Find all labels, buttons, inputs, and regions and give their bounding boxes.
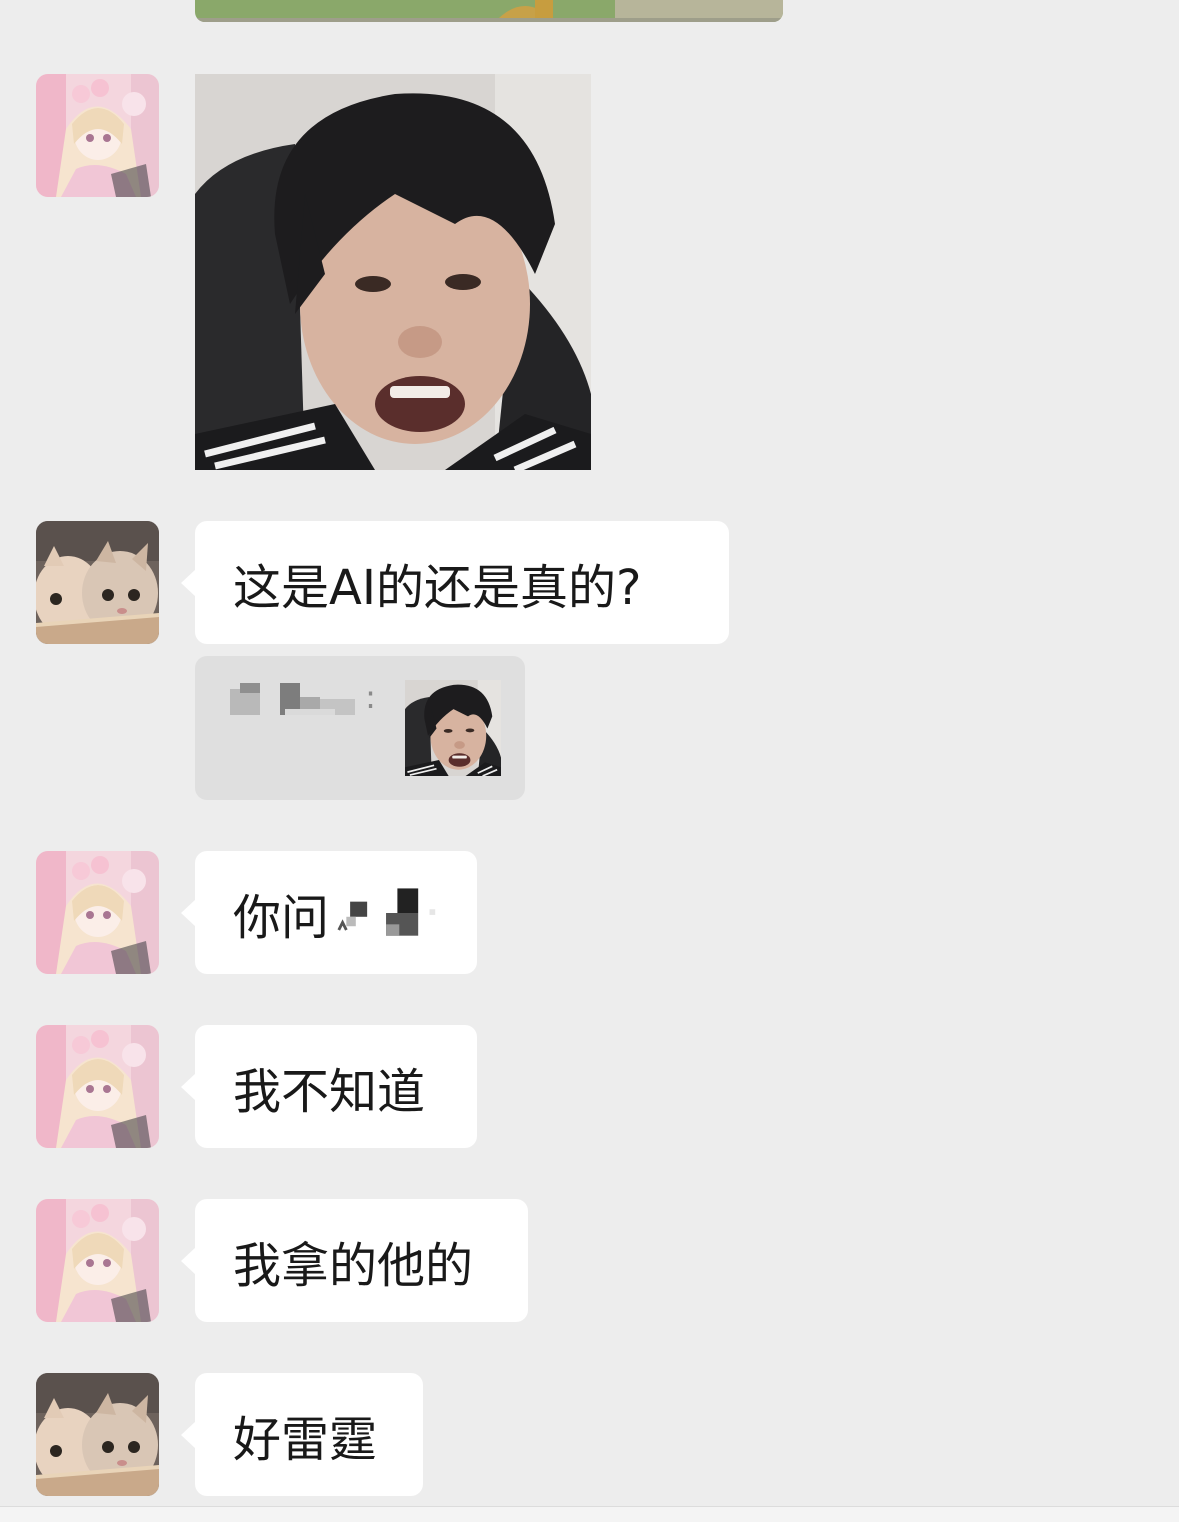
top-image-cropped[interactable] [195, 0, 783, 22]
anime-girl-avatar-icon[interactable] [36, 1199, 159, 1322]
message-bubble-ask[interactable]: 你问 [181, 851, 477, 974]
message-bubble-thunder[interactable]: 好雷霆 [181, 1373, 423, 1496]
message-bubble-question[interactable]: 这是AI的还是真的? [181, 521, 729, 644]
quoted-message-card[interactable]: : [195, 656, 525, 800]
anime-girl-avatar-icon[interactable] [36, 74, 159, 197]
quote-separator: : [365, 678, 376, 716]
message-text: 你问 [233, 889, 330, 946]
kittens-avatar-icon[interactable] [36, 521, 159, 644]
message-text: 我拿的他的 [233, 1237, 474, 1294]
input-bar-edge [0, 1507, 1179, 1522]
message-text: 好雷霆 [233, 1411, 378, 1468]
anime-girl-avatar-icon[interactable] [36, 1025, 159, 1148]
anime-girl-avatar-icon[interactable] [36, 851, 159, 974]
mosaic-redaction [230, 683, 355, 715]
quoted-sender-name-redacted: : [225, 678, 376, 717]
message-bubble-took-his[interactable]: 我拿的他的 [181, 1199, 528, 1322]
message-text: 这是AI的还是真的? [233, 559, 642, 616]
message-text: 我不知道 [233, 1063, 426, 1120]
message-bubble-dont-know[interactable]: 我不知道 [181, 1025, 477, 1148]
kittens-avatar-icon[interactable] [36, 1373, 159, 1496]
quoted-image-thumbnail[interactable] [405, 680, 501, 776]
meme-sticker-image[interactable] [195, 74, 591, 470]
mosaic-redaction [337, 887, 436, 936]
